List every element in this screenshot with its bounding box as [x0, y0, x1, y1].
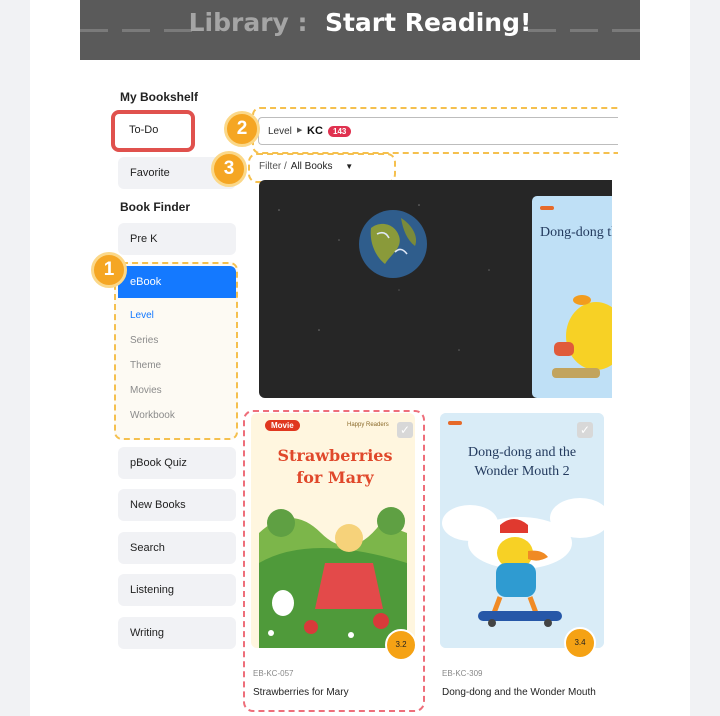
book-code: EB-KC-057 — [253, 669, 294, 678]
sidebar-item-listening[interactable]: Listening — [118, 574, 236, 606]
sidebar-item-ebook[interactable]: eBook — [118, 266, 236, 298]
duck-illustration — [552, 295, 612, 378]
ebook-series-link[interactable]: Series — [130, 335, 158, 346]
sidebar-item-writing[interactable]: Writing — [118, 617, 236, 649]
select-checkbox-icon[interactable]: ✓ — [397, 422, 413, 438]
banner-title: Library : Start Reading! — [80, 8, 640, 37]
dropdown-arrow-icon: ▼ — [345, 162, 354, 171]
sidebar-item-prek[interactable]: Pre K — [118, 223, 236, 255]
filter-dropdown[interactable]: Filter / All Books ▼ — [259, 161, 353, 172]
todo-label: To-Do — [129, 124, 159, 136]
book-title: Dong-dong and the Wonder Mouth — [442, 687, 596, 698]
caret-right-icon: ▶ — [297, 127, 303, 134]
ebook-level-link[interactable]: Level — [130, 310, 154, 321]
level-label: Level — [268, 126, 292, 137]
sidebar-item-new-books[interactable]: New Books — [118, 489, 236, 521]
sidebar-item-todo[interactable]: To-Do — [111, 110, 195, 152]
ebook-workbook-link[interactable]: Workbook — [130, 410, 175, 421]
callout-3: 3 — [211, 151, 247, 187]
select-checkbox-icon[interactable]: ✓ — [577, 422, 593, 438]
book-cover: Dong-dong and the Wonder Mouth 2 — [440, 413, 604, 648]
level-badge: 3.2 — [385, 629, 417, 661]
sidebar-item-search[interactable]: Search — [118, 532, 236, 564]
sidebar-item-pbook-quiz[interactable]: pBook Quiz — [118, 447, 236, 479]
banner-start-reading: Start Reading! — [324, 8, 532, 37]
book-finder-title: Book Finder — [120, 200, 191, 214]
book-card-strawberries[interactable]: Movie Happy Readers Strawberries for Mar… — [251, 413, 417, 703]
movie-tag: Movie — [265, 420, 300, 431]
ebook-movies-link[interactable]: Movies — [130, 385, 162, 396]
book-card-dong-dong[interactable]: Dong-dong and the Wonder Mouth 2 ✓ 3.4 E… — [440, 413, 604, 703]
publisher-label: Happy Readers — [347, 422, 389, 428]
book-code: EB-KC-309 — [442, 669, 483, 678]
callout-2: 2 — [224, 111, 260, 147]
book-count-badge: 143 — [328, 126, 352, 137]
cover-title: Dong-dong and the Wonder Mouth 2 — [467, 445, 577, 479]
cover-title: Strawberries for Mary — [277, 446, 393, 487]
level-selector[interactable]: Level ▶ KC 143 — [258, 117, 618, 145]
filter-value: All Books — [290, 161, 333, 172]
featured-book-cover[interactable]: Dong-dong the Wonder — [532, 196, 612, 398]
book-title: Strawberries for Mary — [253, 687, 349, 698]
level-badge: 3.4 — [564, 627, 596, 659]
page-banner: Library : Start Reading! — [80, 0, 640, 60]
ebook-theme-link[interactable]: Theme — [130, 360, 161, 371]
publisher-logo-icon — [448, 421, 462, 425]
earth-globe-icon — [359, 210, 427, 278]
level-value: KC — [307, 125, 323, 137]
banner-library-label: Library : — [188, 8, 308, 37]
my-bookshelf-title: My Bookshelf — [120, 90, 199, 104]
book-cover: Movie Happy Readers Strawberries for Mar… — [251, 413, 415, 648]
callout-1: 1 — [91, 252, 127, 288]
filter-label: Filter / — [259, 161, 287, 172]
